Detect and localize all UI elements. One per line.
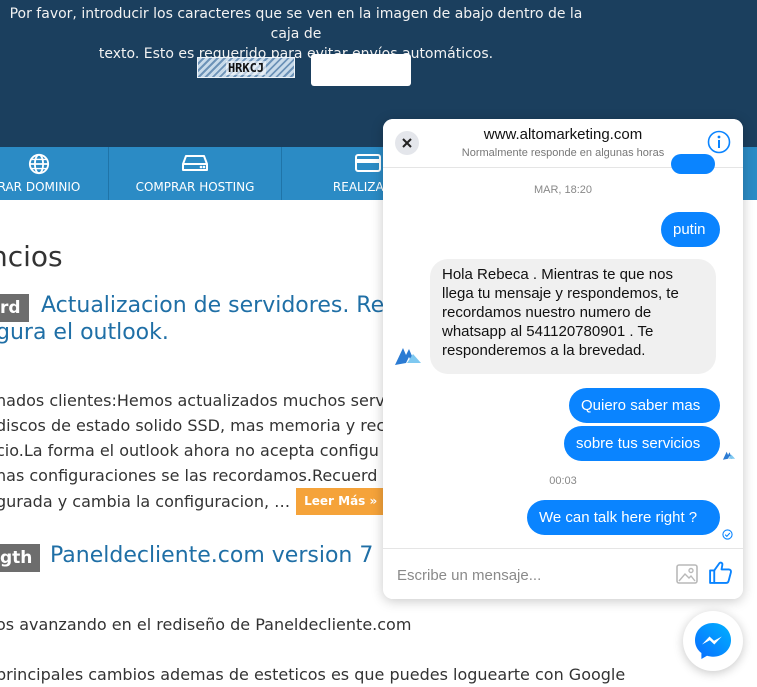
message-timestamp: MAR, 18:20 bbox=[533, 184, 593, 196]
post-excerpt-line: gurada y cambia la configuracion, … bbox=[0, 492, 291, 511]
close-icon bbox=[402, 138, 412, 148]
post-tag: rd bbox=[0, 294, 29, 322]
post-excerpt-last-line: gurada y cambia la configuracion, … Leer … bbox=[0, 488, 386, 515]
chat-composer bbox=[383, 548, 743, 599]
post-title-link[interactable]: gura el outlook. bbox=[0, 319, 169, 347]
message-bubble-outgoing: sobre tus servicios bbox=[564, 426, 720, 461]
globe-icon bbox=[28, 153, 50, 175]
message-bubble-outgoing: We can talk here right ? bbox=[527, 500, 720, 535]
post-excerpt-line: os avanzando en el rediseño de Paneldecl… bbox=[0, 615, 412, 634]
messenger-icon bbox=[695, 623, 731, 659]
message-bubble-partial bbox=[671, 154, 715, 174]
captcha-text: HRKCJ bbox=[225, 60, 267, 75]
card-icon bbox=[355, 154, 381, 172]
captcha-image: HRKCJ bbox=[197, 57, 295, 78]
chat-response-status: Normalmente responde en algunas horas bbox=[461, 147, 665, 159]
message-bubble-incoming: Hola Rebeca . Mientras te que nos llega … bbox=[430, 259, 716, 374]
server-icon bbox=[182, 155, 208, 171]
close-chat-button[interactable] bbox=[395, 131, 419, 155]
sent-check-icon bbox=[722, 529, 733, 540]
post-tag: gth bbox=[0, 544, 41, 572]
chat-site-name: www.altomarketing.com bbox=[483, 126, 643, 143]
post-excerpt-line: cio.La forma el outlook ahora no acepta … bbox=[0, 441, 379, 460]
nav-item-domain-label: RAR DOMINIO bbox=[0, 180, 81, 194]
post-excerpt-line: principales cambios ademas de esteticos … bbox=[0, 665, 626, 684]
post-excerpt-line: nados clientes:Hemos actualizados muchos… bbox=[0, 391, 385, 410]
info-icon[interactable] bbox=[707, 130, 731, 154]
seen-avatar-icon bbox=[722, 451, 736, 460]
nav-item-hosting-label: COMPRAR HOSTING bbox=[135, 180, 255, 194]
message-timestamp: 00:03 bbox=[549, 475, 577, 487]
messenger-launcher-button[interactable] bbox=[683, 611, 743, 671]
thumbs-up-icon[interactable] bbox=[708, 560, 733, 585]
page-title: ncios bbox=[0, 240, 63, 273]
page-avatar-icon bbox=[395, 348, 421, 365]
captcha-instructions-line2: texto. Esto es requerido para evitar env… bbox=[98, 46, 494, 62]
message-input[interactable] bbox=[395, 561, 669, 589]
read-more-button[interactable]: Leer Más » bbox=[296, 488, 386, 515]
captcha-instructions: Por favor, introducir los caracteres que… bbox=[0, 4, 592, 64]
message-bubble-outgoing: Quiero saber mas bbox=[569, 388, 720, 423]
post-excerpt-line: discos de estado solido SSD, mas memoria… bbox=[0, 416, 386, 435]
nav-item-hosting[interactable]: COMPRAR HOSTING bbox=[109, 147, 281, 200]
post-title-link[interactable]: Paneldecliente.com version 7 bbox=[50, 542, 373, 570]
messenger-chat-window: www.altomarketing.com Normalmente respon… bbox=[383, 119, 743, 599]
message-bubble-outgoing: putin bbox=[661, 212, 720, 247]
post-excerpt-line: nas configuraciones se las recordamos.Re… bbox=[0, 466, 378, 485]
captcha-instructions-line1: Por favor, introducir los caracteres que… bbox=[9, 6, 583, 42]
nav-item-domain[interactable]: RAR DOMINIO bbox=[0, 147, 108, 200]
chat-messages: MAR, 18:20 putin Hola Rebeca . Mientras … bbox=[383, 154, 743, 548]
image-icon[interactable] bbox=[675, 563, 699, 585]
captcha-input[interactable] bbox=[311, 54, 411, 86]
post-title-link[interactable]: Actualizacion de servidores. Re bbox=[41, 292, 384, 320]
